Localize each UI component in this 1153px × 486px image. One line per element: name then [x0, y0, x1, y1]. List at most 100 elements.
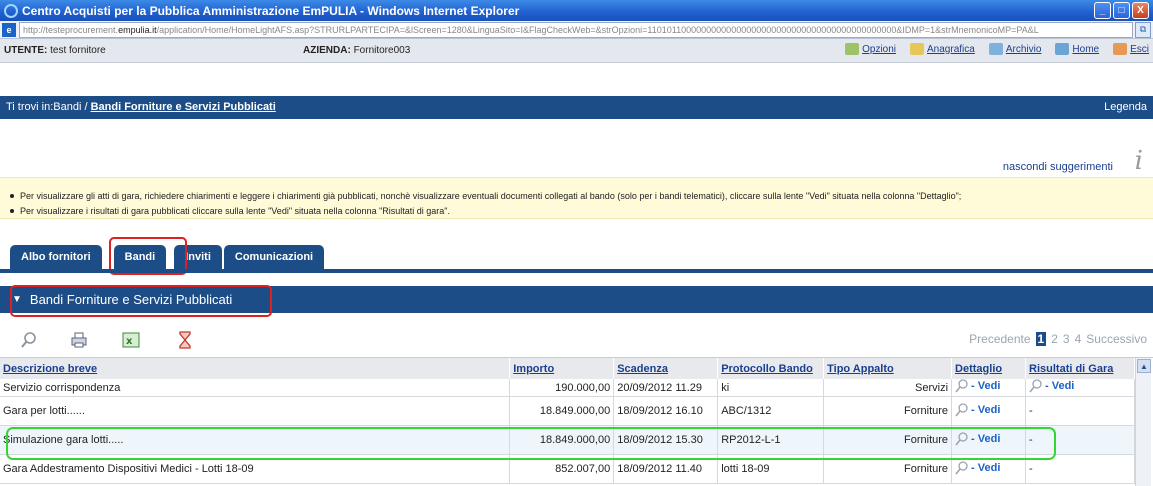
cell-dettaglio: - Vedi	[951, 379, 1027, 397]
cell-importo: 190.000,00	[509, 379, 615, 397]
home-link[interactable]: Home	[1055, 43, 1099, 55]
pager-prev[interactable]: Precedente	[969, 332, 1030, 346]
opzioni-label: Opzioni	[862, 43, 897, 55]
pager-page-3[interactable]: 3	[1063, 332, 1070, 346]
user-bar: UTENTE: test fornitore AZIENDA: Fornitor…	[0, 39, 1153, 63]
vedi-label: - Vedi	[971, 461, 1001, 474]
table-row[interactable]: Servizio corrispondenza 190.000,00 20/09…	[0, 379, 1135, 397]
cell-importo: 18.849.000,00	[509, 396, 615, 426]
svg-text:x: x	[126, 336, 133, 347]
gear-icon	[845, 43, 860, 55]
window-controls: _ □ X	[1094, 2, 1149, 19]
pager-page-2[interactable]: 2	[1051, 332, 1058, 346]
red-highlight-box	[10, 285, 272, 317]
cell-scadenza: 18/09/2012 16.10	[613, 396, 719, 426]
id-card-icon	[910, 43, 925, 55]
vedi-risultati-link[interactable]: - Vedi	[1029, 379, 1074, 393]
col-header-descrizione[interactable]: Descrizione breve	[0, 358, 511, 379]
vedi-dettaglio-link[interactable]: - Vedi	[955, 379, 1000, 393]
cell-scadenza: 20/09/2012 11.29	[613, 379, 719, 397]
tab-comunicazioni[interactable]: Comunicazioni	[223, 245, 325, 269]
cell-risultati: -	[1025, 396, 1135, 426]
azienda-info: AZIENDA: Fornitore003	[303, 45, 410, 56]
vedi-dettaglio-link[interactable]: - Vedi	[955, 402, 1001, 417]
legenda-link[interactable]: Legenda	[1104, 101, 1147, 113]
esci-link[interactable]: Esci	[1113, 43, 1149, 55]
utente-info: UTENTE: test fornitore	[4, 45, 106, 56]
url-path: /application/Home/HomeLightAFS.asp?STRUR…	[156, 24, 1039, 35]
url-prefix: http://testeprocurement.	[23, 24, 119, 35]
col-header-importo[interactable]: Importo	[509, 358, 615, 379]
search-icon[interactable]	[20, 331, 38, 349]
cell-tipo: Servizi	[823, 379, 953, 397]
bullet-icon	[10, 209, 14, 213]
minimize-button[interactable]: _	[1094, 2, 1111, 19]
pager-page-1[interactable]: 1	[1035, 332, 1047, 346]
cell-dettaglio: - Vedi	[951, 396, 1027, 426]
magnifier-icon	[955, 379, 968, 393]
esci-label: Esci	[1130, 43, 1149, 55]
home-label: Home	[1072, 43, 1100, 55]
grid-toolbar: x Precedente 1 2 3 4 Successivo	[0, 327, 1153, 353]
col-header-risultati[interactable]: Risultati di Gara	[1025, 358, 1135, 379]
cell-protocollo: ki	[717, 379, 825, 397]
folder-icon	[988, 43, 1003, 55]
cell-protocollo: ABC/1312	[717, 396, 825, 426]
breadcrumb-prefix: Ti trovi in:Bandi /	[6, 101, 91, 113]
tab-albo-fornitori[interactable]: Albo fornitori	[10, 245, 102, 269]
compatibility-view-icon[interactable]: ⧉	[1135, 21, 1151, 38]
magnifier-icon	[1029, 379, 1042, 393]
cell-risultati: - Vedi	[1025, 379, 1135, 397]
breadcrumb: Ti trovi in:Bandi / Bandi Forniture e Se…	[0, 96, 1153, 119]
scroll-up-arrow-icon[interactable]: ▲	[1137, 359, 1151, 373]
internet-explorer-icon	[4, 3, 18, 18]
window-title: Centro Acquisti per la Pubblica Amminist…	[22, 3, 520, 18]
utente-label: UTENTE:	[4, 45, 48, 56]
archivio-link[interactable]: Archivio	[988, 43, 1042, 55]
suggestion-line: Per visualizzare gli atti di gara, richi…	[10, 189, 1153, 204]
azienda-value: Fornitore003	[353, 45, 411, 56]
print-icon[interactable]	[70, 331, 88, 349]
cell-descrizione: Servizio corrispondenza	[0, 379, 511, 397]
vedi-label: - Vedi	[971, 380, 1001, 392]
hourglass-icon[interactable]	[176, 331, 194, 349]
pager-next[interactable]: Successivo	[1086, 332, 1147, 346]
vertical-scrollbar[interactable]: ▲	[1135, 358, 1151, 486]
vedi-label: - Vedi	[971, 403, 1001, 416]
magnifier-icon	[955, 460, 968, 474]
opzioni-link[interactable]: Opzioni	[845, 43, 896, 55]
col-header-scadenza[interactable]: Scadenza	[613, 358, 719, 379]
pager-page-4[interactable]: 4	[1075, 332, 1082, 346]
url-input[interactable]: http://testeprocurement.empulia.it/appli…	[19, 21, 1133, 38]
col-header-dettaglio[interactable]: Dettaglio	[951, 358, 1027, 379]
hide-suggestions-link[interactable]: nascondi suggerimenti	[1003, 161, 1113, 173]
home-icon	[1055, 43, 1070, 55]
url-host: empulia.it	[118, 24, 157, 35]
table-header-row: Descrizione breve Importo Scadenza Proto…	[0, 358, 1135, 379]
suggestion-line: Per visualizzare i risultati di gara pub…	[10, 204, 1153, 219]
archivio-label: Archivio	[1005, 43, 1042, 55]
anagrafica-link[interactable]: Anagrafica	[910, 43, 975, 55]
breadcrumb-current-link[interactable]: Bandi Forniture e Servizi Pubblicati	[91, 101, 276, 113]
excel-export-icon[interactable]: x	[122, 331, 140, 349]
utente-value: test fornitore	[50, 45, 106, 56]
cell-tipo: Forniture	[823, 396, 953, 426]
top-links: Opzioni Anagrafica Archivio Home Esci	[845, 43, 1149, 55]
breadcrumb-path: Ti trovi in:Bandi / Bandi Forniture e Se…	[6, 101, 276, 113]
cell-descrizione: Gara per lotti......	[0, 396, 511, 426]
suggestions-box: Per visualizzare gli atti di gara, richi…	[0, 177, 1153, 219]
col-header-protocollo[interactable]: Protocollo Bando	[717, 358, 825, 379]
maximize-button[interactable]: □	[1113, 2, 1130, 19]
close-button[interactable]: X	[1132, 2, 1149, 19]
bullet-icon	[10, 194, 14, 198]
col-header-tipo-appalto[interactable]: Tipo Appalto	[823, 358, 953, 379]
title-bar: Centro Acquisti per la Pubblica Amminist…	[0, 0, 1153, 21]
tab-underline	[0, 269, 1153, 273]
suggestion-text: Per visualizzare i risultati di gara pub…	[20, 206, 450, 216]
bandi-table-container: Descrizione breve Importo Scadenza Proto…	[0, 357, 1153, 486]
table-row[interactable]: Gara per lotti...... 18.849.000,00 18/09…	[0, 396, 1135, 426]
vedi-dettaglio-link[interactable]: - Vedi	[955, 460, 1001, 475]
bandi-table: Descrizione breve Importo Scadenza Proto…	[0, 358, 1135, 484]
vedi-label: - Vedi	[1045, 380, 1075, 392]
azienda-label: AZIENDA:	[303, 45, 351, 56]
